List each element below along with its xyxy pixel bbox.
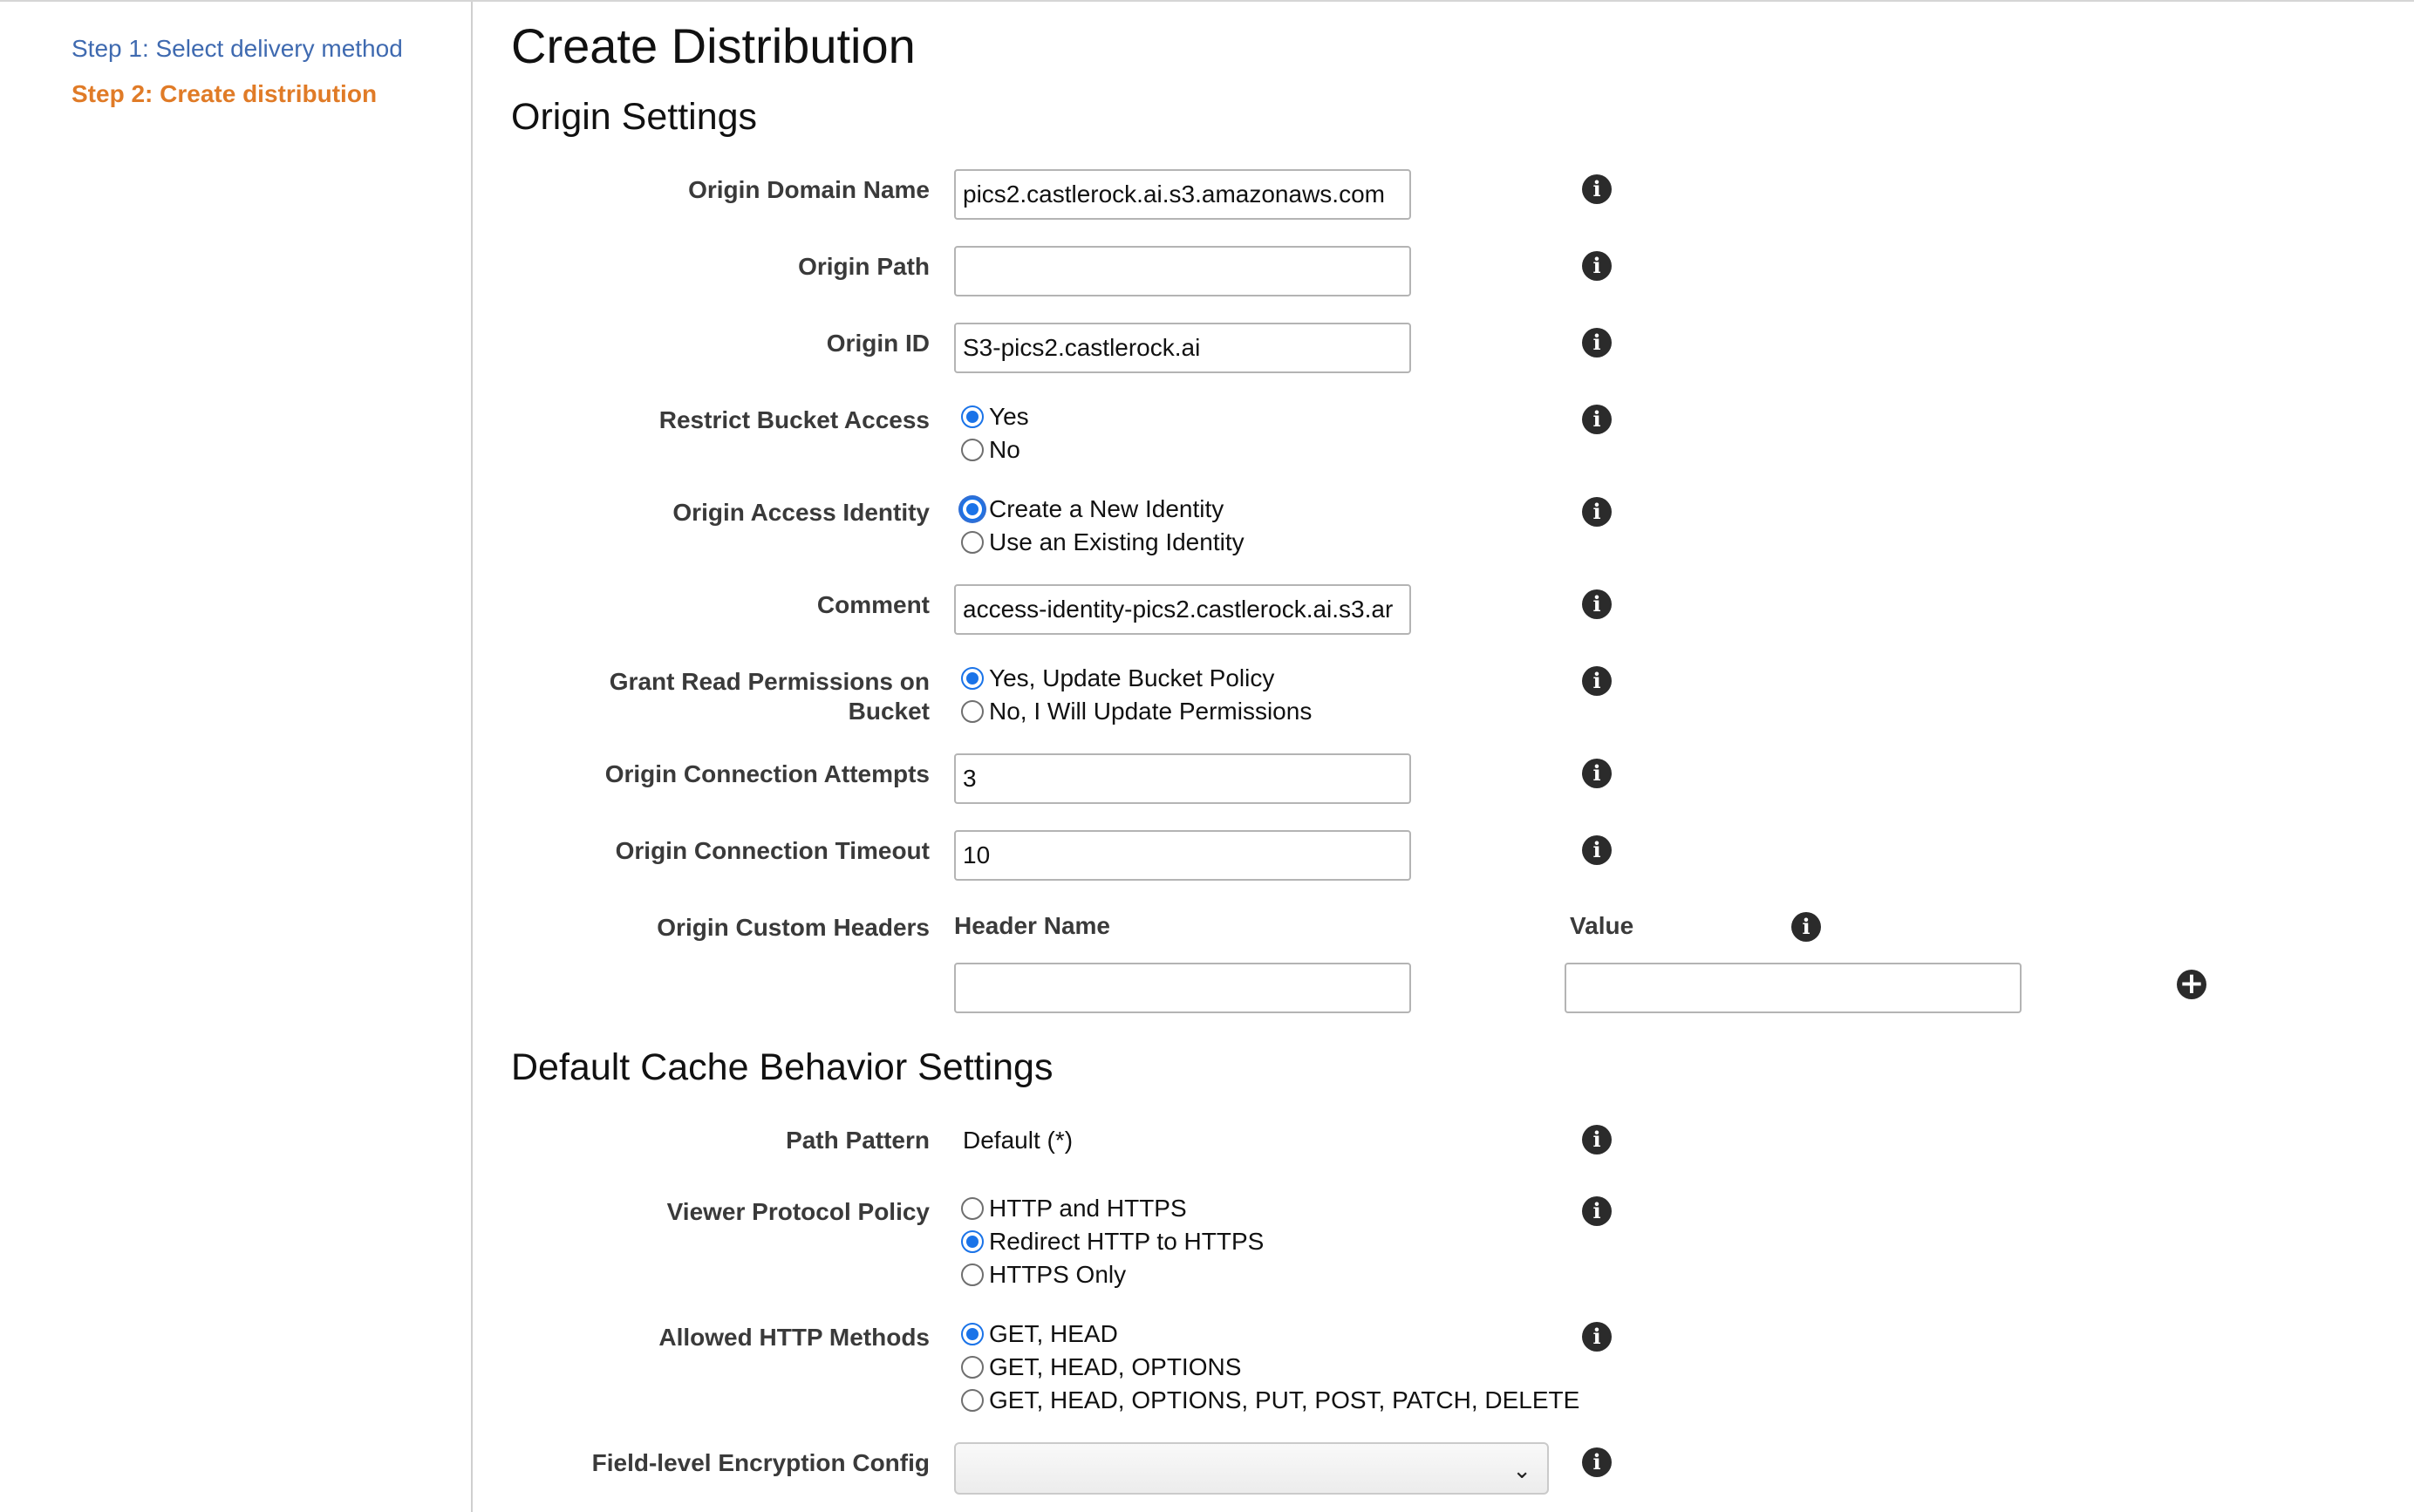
grant-yes-label: Yes, Update Bucket Policy: [989, 664, 1275, 691]
origin-access-identity-label: Origin Access Identity: [672, 499, 930, 526]
grant-read-label-line2: Bucket: [848, 698, 930, 725]
chevron-down-icon: ⌄: [1512, 1458, 1531, 1484]
page-title: Create Distribution: [511, 18, 916, 73]
path-pattern-value: Default (*): [963, 1127, 1074, 1154]
radio-button[interactable]: [961, 700, 984, 723]
https-only-option[interactable]: HTTPS Only: [961, 1260, 1126, 1290]
create-identity-label: Create a New Identity: [989, 495, 1224, 522]
existing-identity-option[interactable]: Use an Existing Identity: [961, 528, 1245, 557]
grant-read-label-line1: Grant Read Permissions on: [609, 668, 930, 695]
get-head-option[interactable]: GET, HEAD: [961, 1319, 1118, 1349]
info-icon[interactable]: i: [1582, 497, 1612, 527]
restrict-yes-option[interactable]: Yes: [961, 402, 1029, 432]
info-icon[interactable]: i: [1582, 1447, 1612, 1477]
grant-yes-option[interactable]: Yes, Update Bucket Policy: [961, 664, 1274, 693]
info-icon[interactable]: i: [1582, 759, 1612, 788]
http-and-https-label: HTTP and HTTPS: [989, 1195, 1187, 1222]
custom-headers-label: Origin Custom Headers: [657, 914, 930, 941]
https-only-label: HTTPS Only: [989, 1261, 1127, 1288]
radio-button[interactable]: [961, 1356, 984, 1379]
header-name-column: Header Name: [954, 912, 1110, 939]
header-name-input[interactable]: [954, 963, 1411, 1013]
radio-button[interactable]: [961, 498, 984, 521]
redirect-https-option[interactable]: Redirect HTTP to HTTPS: [961, 1227, 1264, 1257]
origin-domain-name-label: Origin Domain Name: [688, 176, 930, 203]
connection-attempts-input[interactable]: [954, 753, 1411, 804]
http-and-https-option[interactable]: HTTP and HTTPS: [961, 1194, 1187, 1223]
add-header-plus-icon[interactable]: +: [2177, 969, 2206, 999]
connection-attempts-label: Origin Connection Attempts: [604, 760, 930, 787]
info-icon[interactable]: i: [1582, 1322, 1612, 1352]
fle-config-label: Field-level Encryption Config: [591, 1449, 930, 1476]
wizard-sidebar: Step 1: Select delivery method Step 2: C…: [0, 2, 473, 1512]
radio-button[interactable]: [961, 1389, 984, 1412]
get-head-options-option[interactable]: GET, HEAD, OPTIONS: [961, 1352, 1241, 1382]
existing-identity-label: Use an Existing Identity: [989, 528, 1245, 555]
restrict-no-label: No: [989, 436, 1020, 463]
viewer-protocol-label: Viewer Protocol Policy: [666, 1198, 930, 1225]
info-icon[interactable]: i: [1582, 174, 1612, 204]
header-value-input[interactable]: [1565, 963, 2022, 1013]
radio-button[interactable]: [961, 1197, 984, 1220]
origin-domain-name-input[interactable]: [954, 169, 1411, 220]
restrict-no-option[interactable]: No: [961, 435, 1020, 465]
info-icon[interactable]: i: [1582, 589, 1612, 619]
radio-button[interactable]: [961, 405, 984, 428]
radio-button[interactable]: [961, 1263, 984, 1286]
get-head-label: GET, HEAD: [989, 1320, 1118, 1347]
info-icon[interactable]: i: [1582, 1196, 1612, 1226]
info-icon[interactable]: i: [1582, 666, 1612, 696]
radio-button[interactable]: [961, 531, 984, 554]
grant-no-option[interactable]: No, I Will Update Permissions: [961, 697, 1312, 726]
info-icon[interactable]: i: [1582, 405, 1612, 434]
fle-config-select[interactable]: ⌄: [954, 1442, 1549, 1495]
origin-settings-heading: Origin Settings: [511, 96, 758, 138]
get-head-options-label: GET, HEAD, OPTIONS: [989, 1353, 1242, 1380]
radio-button[interactable]: [961, 1323, 984, 1345]
all-methods-option[interactable]: GET, HEAD, OPTIONS, PUT, POST, PATCH, DE…: [961, 1386, 1579, 1415]
origin-path-label: Origin Path: [798, 253, 930, 280]
connection-timeout-input[interactable]: [954, 830, 1411, 881]
create-identity-option[interactable]: Create a New Identity: [961, 494, 1224, 524]
origin-path-input[interactable]: [954, 246, 1411, 296]
connection-timeout-label: Origin Connection Timeout: [615, 837, 930, 864]
path-pattern-label: Path Pattern: [786, 1127, 930, 1154]
radio-button[interactable]: [961, 1230, 984, 1253]
step-2-current: Step 2: Create distribution: [72, 80, 378, 107]
info-icon[interactable]: i: [1582, 835, 1612, 865]
all-methods-label: GET, HEAD, OPTIONS, PUT, POST, PATCH, DE…: [989, 1386, 1580, 1413]
info-icon[interactable]: i: [1582, 328, 1612, 358]
origin-id-input[interactable]: [954, 323, 1411, 373]
info-icon[interactable]: i: [1582, 1125, 1612, 1154]
origin-id-label: Origin ID: [826, 330, 930, 357]
allowed-methods-label: Allowed HTTP Methods: [658, 1324, 930, 1351]
restrict-bucket-access-label: Restrict Bucket Access: [658, 406, 930, 433]
grant-no-label: No, I Will Update Permissions: [989, 698, 1313, 725]
header-value-column: Value: [1570, 912, 1634, 939]
restrict-yes-label: Yes: [989, 403, 1029, 430]
comment-label: Comment: [816, 591, 930, 618]
redirect-https-label: Redirect HTTP to HTTPS: [989, 1228, 1265, 1255]
info-icon[interactable]: i: [1582, 251, 1612, 281]
comment-input[interactable]: [954, 584, 1411, 635]
step-1-link[interactable]: Step 1: Select delivery method: [72, 35, 403, 63]
cache-behavior-heading: Default Cache Behavior Settings: [511, 1046, 1054, 1088]
radio-button[interactable]: [961, 667, 984, 690]
radio-button[interactable]: [961, 439, 984, 461]
info-icon[interactable]: i: [1791, 912, 1821, 942]
